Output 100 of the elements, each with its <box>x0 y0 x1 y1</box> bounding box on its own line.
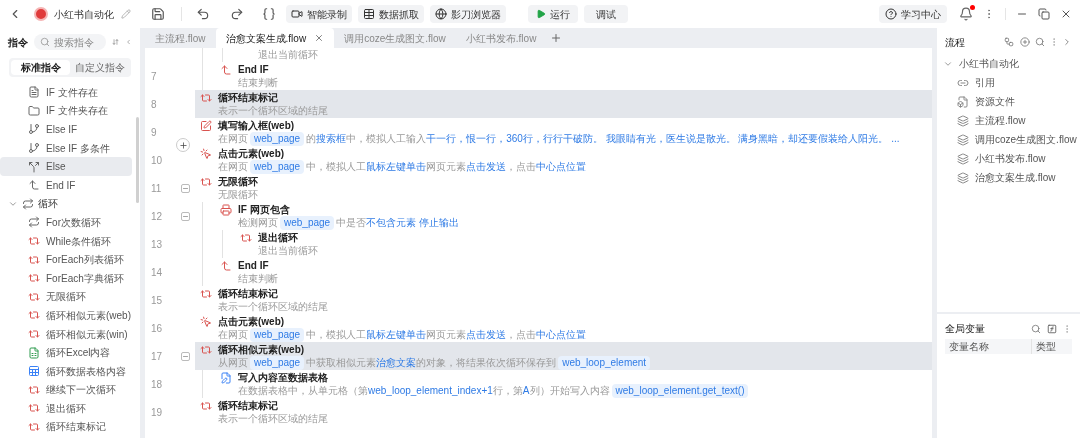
command-label: 循环相似元素(web) <box>46 308 131 323</box>
flow-tree-item[interactable]: 引用 <box>937 73 1080 92</box>
loop-icon <box>200 400 212 412</box>
toolbar-button[interactable]: 数据抓取 <box>358 5 424 23</box>
command-item[interactable]: While条件循环 <box>0 231 132 251</box>
folder-icon <box>28 104 40 117</box>
flow-tree-item[interactable]: 小红书发布.flow <box>937 149 1080 168</box>
command-item[interactable]: 循环结束标记 <box>0 417 132 437</box>
project-title: 小红书自动化 <box>54 7 114 22</box>
input-box-icon <box>200 120 212 132</box>
step-description: 在网页 web_page 中，模拟人工鼠标左键单击网页元素点击发送，点击中心点位置 <box>218 160 587 174</box>
command-item[interactable]: IF 文件夹存在 <box>0 101 132 121</box>
line-number: 15 <box>151 293 163 308</box>
run-button[interactable]: 运行 <box>528 5 578 23</box>
step-row[interactable]: 循环相似元素(web) 从网页 web_page 中获取相似元素治愈文案的对象，将结果依次循环保存到 web_loop_element <box>195 342 932 370</box>
command-tab[interactable]: 自定义指令 <box>70 60 129 75</box>
flow-tree-item[interactable]: 治愈文案生成.flow <box>937 168 1080 187</box>
command-label: Else <box>46 160 66 175</box>
step-title: 填写输入框(web) <box>218 119 296 132</box>
fold-toggle[interactable] <box>180 183 190 193</box>
step-description: 在数据表格中，从单元格（第web_loop_element_index+1行，第A列）开始写入内容 web_loop_element.get_text() <box>238 384 751 398</box>
layers-icon <box>957 152 969 165</box>
command-item[interactable]: End IF <box>0 175 132 195</box>
learning-center-button[interactable]: 学习中心 <box>879 5 947 23</box>
step-title: IF 网页包含 <box>238 203 291 216</box>
flow-tree-item[interactable]: 资源文件 <box>937 92 1080 111</box>
step-description: 结束判断 <box>238 272 278 286</box>
spreadsheet-icon <box>28 346 40 359</box>
corner-arrow-icon <box>220 260 232 272</box>
command-item[interactable]: Else IF 多条件 <box>0 138 132 158</box>
toolbar-button[interactable]: 智能录制 <box>286 5 352 23</box>
command-item[interactable]: 退出循环 <box>0 399 132 418</box>
command-item[interactable]: 继续下一次循环 <box>0 380 132 400</box>
command-tab[interactable]: 标准指令 <box>11 60 70 75</box>
command-item[interactable]: IF 文件存在 <box>0 83 132 102</box>
save-icon[interactable] <box>151 7 165 21</box>
sort-icon[interactable] <box>112 37 119 47</box>
flow-tree-item[interactable]: 主流程.flow <box>937 111 1080 130</box>
notification-button[interactable] <box>959 7 973 21</box>
expand-icon[interactable] <box>1062 37 1072 47</box>
command-label: Else IF 多条件 <box>46 141 110 156</box>
command-item[interactable]: 循环数据表格内容 <box>0 361 132 381</box>
loop-icon <box>240 232 252 244</box>
command-item[interactable]: ForEach列表循环 <box>0 250 132 269</box>
redo-icon[interactable] <box>230 7 244 21</box>
command-item[interactable]: 循环Excel内容 <box>0 343 132 362</box>
close-icon[interactable] <box>1060 8 1072 20</box>
loop-icon <box>28 272 40 285</box>
panel-title: 全局变量 <box>945 321 985 336</box>
fold-toggle[interactable] <box>180 351 190 361</box>
restore-icon[interactable] <box>1038 8 1050 20</box>
search-field[interactable]: 搜索指令 <box>34 34 106 50</box>
flow-icon[interactable] <box>1004 37 1014 47</box>
braces-icon[interactable] <box>262 7 276 21</box>
file-tab[interactable]: 治愈文案生成.flow <box>215 28 335 48</box>
function-icon[interactable] <box>1047 324 1057 334</box>
command-label: 循环相似元素(win) <box>46 327 128 342</box>
command-group[interactable]: 循环 <box>0 194 136 214</box>
command-item[interactable]: 无限循环 <box>0 287 132 307</box>
command-item[interactable]: For次数循环 <box>0 213 132 232</box>
scrollbar-thumb[interactable] <box>136 117 139 203</box>
flow-tree-item[interactable]: 调用coze生成图文.flow <box>937 130 1080 149</box>
loop-icon <box>200 288 212 300</box>
command-item[interactable]: 循环相似元素(win) <box>0 324 132 344</box>
branch-icon <box>28 160 40 173</box>
insert-step-button[interactable] <box>176 138 190 152</box>
line-number: 9 <box>151 125 157 140</box>
fold-toggle[interactable] <box>180 211 190 221</box>
loop-icon <box>28 309 40 322</box>
command-item[interactable]: ForEach字典循环 <box>0 268 132 288</box>
command-label: ForEach列表循环 <box>46 253 124 268</box>
flow-tree-item[interactable]: 小红书自动化 <box>937 54 1080 73</box>
search-icon[interactable] <box>1035 37 1045 47</box>
command-item[interactable]: Else <box>0 157 132 176</box>
loop-icon <box>200 92 212 104</box>
loop-icon <box>22 197 34 210</box>
step-description: 无限循环 <box>218 188 258 202</box>
toolbar-button[interactable]: 影刀浏览器 <box>430 5 506 23</box>
loop-icon <box>28 421 40 433</box>
search-icon[interactable] <box>1031 324 1041 334</box>
undo-icon[interactable] <box>196 7 210 21</box>
command-item[interactable]: 循环相似元素(web) <box>0 306 132 325</box>
add-tab-icon[interactable] <box>550 32 563 44</box>
debug-button[interactable]: 调试 <box>584 5 628 23</box>
step-description: 退出当前循环 <box>258 48 318 62</box>
line-number: 8 <box>151 97 157 112</box>
branch-icon <box>28 123 40 136</box>
bell-icon <box>959 7 973 21</box>
step-description: 从网页 web_page 中获取相似元素治愈文案的对象，将结果依次循环保存到 web_loop_element <box>218 356 653 370</box>
close-icon[interactable] <box>314 33 325 43</box>
column-header: 变量名称 <box>945 339 1032 354</box>
line-number: 10 <box>151 153 163 168</box>
edit-icon[interactable] <box>121 9 131 19</box>
line-number: 7 <box>151 69 157 84</box>
command-item[interactable]: Else IF <box>0 120 132 139</box>
command-label: ForEach字典循环 <box>46 271 124 286</box>
step-title: 退出循环 <box>258 231 299 244</box>
line-number: 17 <box>151 349 163 364</box>
panel-title: 流程 <box>945 35 965 50</box>
step-title: 循环相似元素(web) <box>218 343 306 356</box>
